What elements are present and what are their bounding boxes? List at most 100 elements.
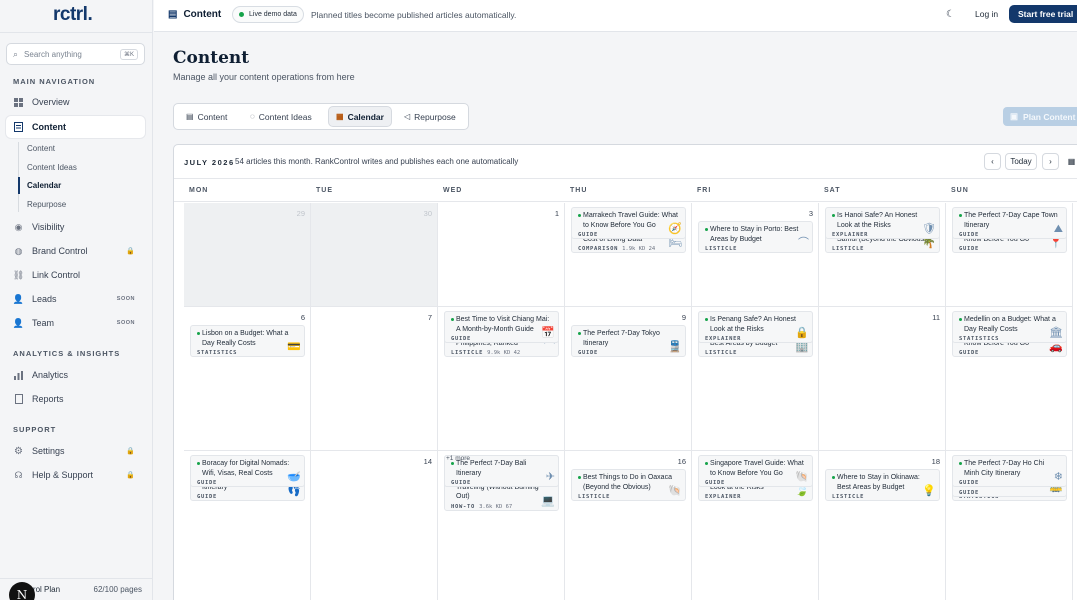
shortcut-badge: ⌘K bbox=[119, 48, 138, 60]
soon-badge: SOON bbox=[116, 320, 135, 326]
day-number: 6 bbox=[300, 313, 305, 322]
article-title: Where to Stay in Okinawa: Best Areas by … bbox=[832, 473, 934, 492]
day-cell[interactable]: 16 Best Things to Do in Oaxaca (Beyond th… bbox=[565, 451, 692, 600]
calendar: JULY 2026 54 articles this month. RankCo… bbox=[173, 144, 1077, 600]
today-button[interactable]: Today bbox=[1005, 153, 1037, 170]
bar-chart-icon bbox=[13, 370, 24, 381]
article-card[interactable]: The Perfect 7-Day Tokyo Itinerary GUIDE 🚆 bbox=[571, 325, 686, 357]
next-month-button[interactable]: › bbox=[1042, 153, 1059, 170]
article-type: STATISTICS bbox=[959, 336, 1000, 342]
day-cell[interactable]: 19Tbilisi on a Budget: What a Day Really… bbox=[946, 451, 1073, 600]
day-cell[interactable]: 3 Where to Stay in Porto: Best Areas by B… bbox=[692, 203, 819, 307]
article-card[interactable]: Singapore Travel Guide: What to Know Bef… bbox=[698, 455, 813, 487]
sidebar-item-content[interactable]: Content bbox=[6, 116, 145, 138]
day-cell[interactable]: 815 Best Islands in the Philippines, Ran… bbox=[438, 307, 565, 451]
sidebar-item-reports[interactable]: Reports bbox=[6, 388, 145, 410]
article-card[interactable]: The Perfect 7-Day Ho Chi Minh City Itine… bbox=[952, 455, 1067, 487]
article-card[interactable]: Is Hanoi Safe? An Honest Look at the Ris… bbox=[825, 207, 940, 239]
subnav-content-ideas[interactable]: Content Ideas bbox=[27, 163, 77, 172]
article-type: GUIDE bbox=[959, 480, 980, 486]
day-cell[interactable]: 5Kyoto Travel Guide: What to Know Before… bbox=[946, 203, 1073, 307]
sidebar-item-help[interactable]: ☊ Help & Support 🔒 bbox=[6, 464, 145, 486]
prev-month-button[interactable]: ‹ bbox=[984, 153, 1001, 170]
article-card[interactable]: Medellin on a Budget: What a Day Really … bbox=[952, 311, 1067, 343]
article-type: LISTICLE bbox=[832, 246, 865, 252]
day-number: 18 bbox=[931, 457, 940, 466]
sidebar-item-analytics[interactable]: Analytics bbox=[6, 364, 145, 386]
login-link[interactable]: Log in bbox=[975, 9, 998, 19]
day-cell[interactable]: 12Bangkok Travel Guide: What to Know Bef… bbox=[946, 307, 1073, 451]
train-icon: 🚆 bbox=[668, 341, 682, 353]
article-type: LISTICLE bbox=[705, 350, 738, 356]
article-card[interactable]: Is Penang Safe? An Honest Look at the Ri… bbox=[698, 311, 813, 343]
day-cell[interactable]: 9 The Perfect 7-Day Tokyo Itinerary GUIDE 🚆 bbox=[565, 307, 692, 451]
tab-content[interactable]: ▤ Content bbox=[179, 107, 234, 126]
bridge-icon: ⌒ bbox=[798, 237, 809, 249]
article-card[interactable]: Best Things to Do in Oaxaca (Beyond the … bbox=[571, 469, 686, 501]
day-cell[interactable]: 2Chiang Mai vs Lisbon: Real Cost of Livi… bbox=[565, 203, 692, 307]
bed-icon: 🛏 bbox=[668, 237, 682, 249]
article-card[interactable]: Where to Stay in Okinawa: Best Areas by … bbox=[825, 469, 940, 501]
day-cell[interactable]: 1 bbox=[438, 203, 565, 307]
article-metrics: 3.6k KD 67 bbox=[479, 503, 513, 510]
article-card[interactable]: Boracay for Digital Nomads: Wifi, Visas,… bbox=[190, 455, 305, 487]
sidebar-item-overview[interactable]: Overview bbox=[6, 91, 145, 113]
sidebar-item-leads[interactable]: 👤 Leads SOON bbox=[6, 288, 145, 310]
start-trial-button[interactable]: Start free trial bbox=[1009, 5, 1077, 23]
calendar-icon[interactable]: ▦ bbox=[1063, 153, 1077, 170]
day-cell[interactable]: 4Best Things to Do in Koh Samui (Beyond … bbox=[819, 203, 946, 307]
subnav-repurpose[interactable]: Repurpose bbox=[27, 200, 66, 209]
weekday-fri: FRI bbox=[697, 187, 712, 194]
day-cell[interactable]: 18 Where to Stay in Okinawa: Best Areas b… bbox=[819, 451, 946, 600]
sidebar-item-brand-control[interactable]: ◍ Brand Control 🔒 bbox=[6, 240, 145, 262]
day-cell[interactable]: 7 bbox=[311, 307, 438, 451]
shell-icon: 🐚 bbox=[795, 471, 809, 483]
tab-label: Calendar bbox=[347, 111, 384, 122]
bridge-icon: ⌒ bbox=[544, 341, 555, 353]
plan-content-button[interactable]: ▣ Plan Content bbox=[1003, 107, 1077, 126]
tab-repurpose[interactable]: ◁ Repurpose bbox=[397, 107, 463, 126]
sidebar: rctrl. ⌕ Search anything ⌘K MAIN NAVIGAT… bbox=[0, 0, 153, 600]
day-cell[interactable]: 29 bbox=[184, 203, 311, 307]
logo[interactable]: rctrl. bbox=[53, 4, 93, 26]
day-cell[interactable]: 6 Lisbon on a Budget: What a Day Really C… bbox=[184, 307, 311, 451]
search-icon: ⌕ bbox=[13, 48, 19, 59]
day-cell[interactable]: 15How to Work Remotely While Traveling (… bbox=[438, 451, 565, 600]
article-type: LISTICLE bbox=[832, 494, 865, 500]
sidebar-item-settings[interactable]: ⚙ Settings 🔒 bbox=[6, 440, 145, 462]
day-number: 30 bbox=[423, 209, 432, 218]
subnav-content[interactable]: Content bbox=[27, 144, 55, 153]
sidebar-item-visibility[interactable]: ◉ Visibility bbox=[6, 216, 145, 238]
article-type: GUIDE bbox=[578, 232, 599, 238]
day-number: 16 bbox=[677, 457, 686, 466]
article-card[interactable]: Lisbon on a Budget: What a Day Really Co… bbox=[190, 325, 305, 357]
day-cell[interactable]: 30 bbox=[311, 203, 438, 307]
day-number: 9 bbox=[681, 313, 686, 322]
tab-calendar[interactable]: ▦ Calendar bbox=[329, 107, 391, 126]
sidebar-item-team[interactable]: 👤 Team SOON bbox=[6, 312, 145, 334]
article-type: GUIDE bbox=[197, 480, 218, 486]
article-card[interactable]: Where to Stay in Porto: Best Areas by Bu… bbox=[698, 221, 813, 253]
more-link[interactable]: +1 more bbox=[446, 455, 470, 462]
day-cell[interactable]: 14 bbox=[311, 451, 438, 600]
day-cell[interactable]: 11 bbox=[819, 307, 946, 451]
bulb-icon: ◌ bbox=[250, 112, 255, 121]
sidebar-item-label: Leads bbox=[32, 294, 57, 304]
article-type: GUIDE bbox=[578, 350, 599, 356]
day-cell[interactable]: 13The Perfect 7-Day Taipei ItineraryGUID… bbox=[184, 451, 311, 600]
day-cell[interactable]: 10Where to Stay in Buenos Aires: Best Ar… bbox=[692, 307, 819, 451]
day-cell[interactable]: 17Is El Nido Safe? An Honest Look at the… bbox=[692, 451, 819, 600]
article-metrics: 9.9k KD 42 bbox=[487, 350, 521, 356]
moon-icon[interactable]: ☾ bbox=[946, 9, 955, 20]
article-card[interactable]: The Perfect 7-Day Cape Town Itinerary GUI… bbox=[952, 207, 1067, 239]
day-number: 1 bbox=[554, 209, 559, 218]
article-card[interactable]: Marrakech Travel Guide: What to Know Bef… bbox=[571, 207, 686, 239]
lock-icon: 🔒 bbox=[126, 472, 135, 479]
building-icon: 🏢 bbox=[795, 341, 809, 353]
sidebar-item-link-control[interactable]: ⛓ Link Control bbox=[6, 264, 145, 286]
article-title: Best Things to Do in Oaxaca (Beyond the … bbox=[578, 473, 680, 492]
search-input[interactable]: ⌕ Search anything ⌘K bbox=[6, 43, 145, 65]
tab-content-ideas[interactable]: ◌ Content Ideas bbox=[243, 107, 319, 126]
subnav-calendar[interactable]: Calendar bbox=[27, 181, 61, 190]
article-card[interactable]: Best Time to Visit Chiang Mai: A Month-b… bbox=[444, 311, 559, 343]
